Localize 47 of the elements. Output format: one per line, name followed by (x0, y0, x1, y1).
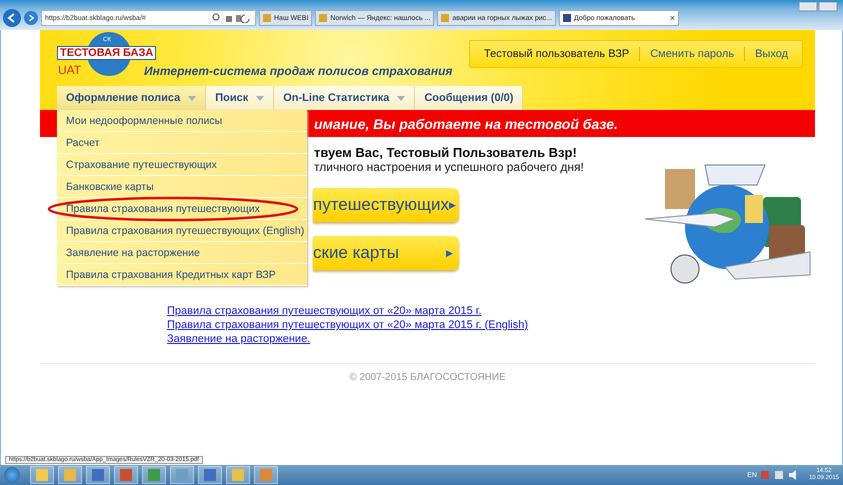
app-tile-icon[interactable] (86, 466, 110, 484)
nav-tab[interactable]: Оформление полиса (57, 86, 206, 110)
section-button[interactable]: ские карты ▶ (313, 236, 459, 270)
document-link[interactable]: Правила страхования путешествующих от «20» марта 2015 г. (English) (167, 319, 528, 331)
document-link[interactable]: Правила страхования путешествующих от «20» марта 2015 г. (167, 305, 482, 317)
tray-icons-icon[interactable] (760, 470, 799, 480)
menu-item[interactable]: Банковские карты (57, 176, 307, 198)
menu-item[interactable]: Страхование путешествующих (57, 154, 307, 176)
welcome-title: твуем Вас, Тестовый Пользователь Взр! (314, 145, 578, 160)
forward-button[interactable] (24, 11, 38, 25)
app-tile-icon[interactable] (114, 466, 138, 484)
app-tile-icon[interactable] (254, 466, 278, 484)
app-tile-icon[interactable] (198, 466, 222, 484)
menu-item[interactable]: Правила страхования Кредитных карт ВЗР (57, 264, 307, 286)
menu-item[interactable]: Расчет (57, 132, 307, 154)
user-name: Тестовый пользователь ВЗР (484, 48, 630, 60)
copyright: © 2007-2015 БЛАГОСОСТОЯНИЕ (348, 372, 507, 383)
menu-item[interactable]: Мои недооформленные полисы (57, 110, 307, 132)
document-link[interactable]: Заявление на расторжение. (167, 333, 310, 345)
address-tools-icon[interactable] (212, 13, 252, 23)
welcome-subtitle: тличного настроения и успешного рабочего дня! (314, 160, 584, 174)
favicon-icon (263, 14, 271, 22)
app-tile-icon[interactable] (170, 466, 194, 484)
window-controls-icon[interactable] (799, 2, 839, 12)
back-button[interactable] (3, 9, 21, 27)
menu-item[interactable]: Заявление на расторжение (57, 242, 307, 264)
start-button[interactable] (4, 467, 20, 483)
nav-tab[interactable]: Сообщения (0/0) (415, 86, 524, 110)
tagline: Интернет-система продаж полисов страхования (144, 64, 452, 78)
favicon-icon (319, 14, 328, 22)
user-link[interactable]: Выход (755, 48, 788, 60)
app-tile-icon[interactable] (58, 466, 82, 484)
favicon-icon (562, 14, 571, 22)
logo-title: ТЕСТОВАЯ БАЗА (57, 46, 156, 60)
app-tile-icon[interactable] (30, 466, 54, 484)
section-button[interactable]: путешествующих▶ (313, 188, 459, 222)
app-tile-icon[interactable] (226, 466, 250, 484)
close-tab-button[interactable]: × (670, 13, 675, 23)
logo-subtitle: UAT (58, 63, 82, 77)
user-link[interactable]: Сменить пароль (650, 48, 734, 60)
arrow-right-icon (26, 13, 36, 23)
nav-tab[interactable]: On-Line Статистика (274, 86, 416, 110)
warning-text: имание, Вы работаете на тестовой базе. (314, 116, 618, 132)
nav-tab[interactable]: Поиск (206, 86, 274, 110)
favicon-icon (441, 14, 450, 22)
app-tile-icon[interactable] (142, 466, 166, 484)
menu-item[interactable]: Правила страхования путешествующих (English) (57, 220, 307, 242)
